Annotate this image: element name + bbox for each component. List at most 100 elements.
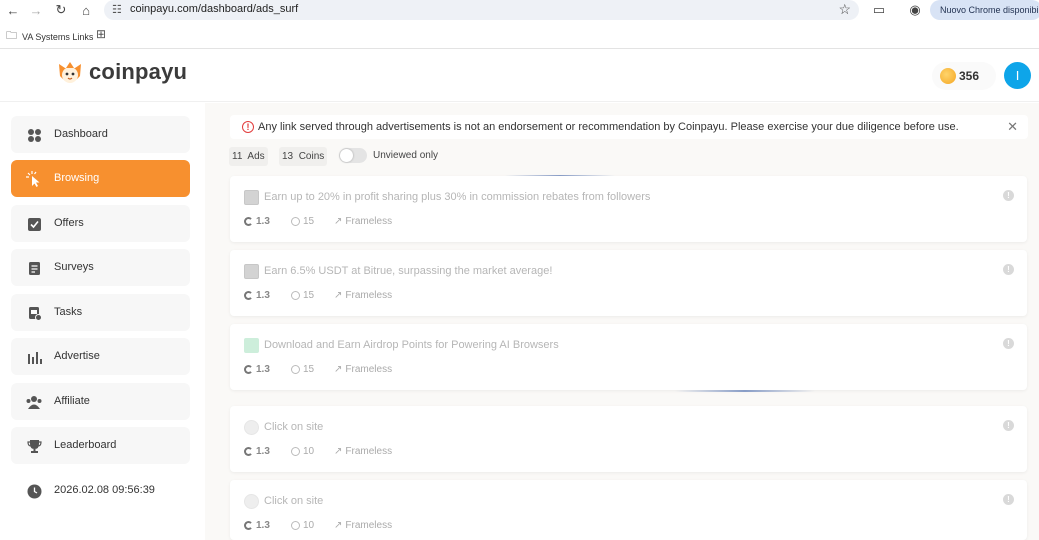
users-icon (26, 394, 42, 410)
bookmark-label: VA Systems Links (22, 31, 94, 42)
loading-indicator (675, 390, 815, 392)
ad-card[interactable]: Download and Earn Airdrop Points for Pow… (230, 324, 1027, 390)
balance-chip[interactable]: 356 (932, 62, 996, 90)
bookmarks-bar: 🗀 VA Systems Links ⊞ (0, 24, 1039, 46)
mode: ↗ Frameless (334, 446, 392, 457)
ad-title[interactable]: Click on site (264, 495, 323, 507)
ad-card[interactable]: Earn 6.5% USDT at Bitrue, surpassing the… (230, 250, 1027, 316)
unviewed-only-toggle[interactable] (339, 148, 367, 163)
sidebar-item-affiliate[interactable]: Affiliate (11, 383, 190, 420)
info-icon[interactable]: ! (1003, 494, 1014, 505)
duration: 10 (291, 446, 334, 457)
profile-icon[interactable]: ◉ (906, 1, 924, 19)
pin-icon: ↗ (334, 364, 343, 375)
info-icon[interactable]: ! (1003, 420, 1014, 431)
back-icon[interactable]: ← (4, 1, 22, 19)
checklist-icon (26, 216, 42, 232)
site-settings-icon[interactable]: ☷ (112, 3, 122, 16)
pin-icon: ↗ (334, 216, 343, 227)
address-bar[interactable]: ☷ coinpayu.com/dashboard/ads_surf ☆ (104, 0, 859, 20)
sidebar-item-tasks[interactable]: Tasks (11, 294, 190, 331)
clock-icon (291, 291, 300, 300)
home-icon[interactable]: ⌂ (77, 1, 95, 19)
coin-icon (940, 68, 956, 84)
chrome-update-button[interactable]: Nuovo Chrome disponibile (930, 0, 1039, 20)
sidebar-item-browsing[interactable]: Browsing (11, 160, 190, 197)
disclaimer-text: Any link served through advertisements i… (258, 121, 959, 133)
sidebar-item-label: Browsing (54, 172, 100, 184)
coin-icon (244, 217, 253, 226)
duration-value: 15 (303, 216, 315, 227)
mode-value: Frameless (345, 364, 393, 375)
coins-count-badge: 13 Coins (279, 147, 328, 166)
cursor-click-icon (26, 171, 42, 187)
pin-icon: ↗ (334, 290, 343, 301)
ad-title[interactable]: Earn 6.5% USDT at Bitrue, surpassing the… (264, 265, 552, 277)
ad-title[interactable]: Click on site (264, 421, 323, 433)
duration: 15 (291, 364, 334, 375)
ad-card[interactable]: Click on site ! 1.3 10 ↗ Frameless (230, 480, 1027, 540)
sidebar-item-label: Advertise (54, 350, 100, 362)
avatar[interactable]: I (1004, 62, 1031, 89)
apps-grid-icon[interactable]: ⊞ (96, 27, 106, 41)
ad-card[interactable]: Click on site ! 1.3 10 ↗ Frameless (230, 406, 1027, 472)
sidebar-item-advertise[interactable]: Advertise (11, 338, 190, 375)
ad-favicon-icon (244, 494, 259, 509)
duration: 15 (291, 216, 334, 227)
balance-value: 356 (959, 69, 980, 83)
duration: 10 (291, 520, 334, 531)
grid-icon (26, 127, 42, 143)
clock-icon (291, 447, 300, 456)
disclaimer-banner: ! Any link served through advertisements… (230, 115, 1028, 139)
ad-meta: 1.3 15 ↗ Frameless (244, 290, 392, 301)
trophy-icon (26, 438, 42, 454)
duration: 15 (291, 290, 334, 301)
mode: ↗ Frameless (334, 364, 392, 375)
sidebar-item-label: Dashboard (54, 128, 108, 140)
warning-icon: ! (242, 121, 254, 133)
duration-value: 15 (303, 290, 315, 301)
info-icon[interactable]: ! (1003, 190, 1014, 201)
url-text[interactable]: coinpayu.com/dashboard/ads_surf (130, 3, 298, 15)
sidebar-item-label: Surveys (54, 261, 94, 273)
duration-value: 10 (303, 520, 315, 531)
main-content: ! Any link served through advertisements… (205, 103, 1039, 540)
reward: 1.3 (244, 290, 291, 301)
reward-value: 1.3 (256, 446, 270, 457)
extensions-icon[interactable]: ▭ (870, 1, 888, 19)
reward: 1.3 (244, 364, 291, 375)
ad-meta: 1.3 15 ↗ Frameless (244, 216, 392, 227)
ad-title[interactable]: Download and Earn Airdrop Points for Pow… (264, 339, 559, 351)
reload-icon[interactable]: ↻ (52, 1, 70, 19)
reward-value: 1.3 (256, 364, 270, 375)
mode: ↗ Frameless (334, 290, 392, 301)
browser-chrome: ← → ↻ ⌂ ☷ coinpayu.com/dashboard/ads_sur… (0, 0, 1039, 48)
reward-value: 1.3 (256, 290, 270, 301)
mode-value: Frameless (345, 446, 393, 457)
info-icon[interactable]: ! (1003, 264, 1014, 275)
bookmark-star-icon[interactable]: ☆ (838, 1, 851, 18)
ad-title[interactable]: Earn up to 20% in profit sharing plus 30… (264, 191, 650, 203)
reward: 1.3 (244, 446, 291, 457)
mode-value: Frameless (345, 216, 393, 227)
sidebar-item-leaderboard[interactable]: Leaderboard (11, 427, 190, 464)
ads-label: Ads (247, 151, 265, 162)
ad-card[interactable]: Earn up to 20% in profit sharing plus 30… (230, 176, 1027, 242)
sidebar: Dashboard Browsing Offers Surveys Tasks … (0, 103, 205, 540)
close-icon[interactable]: ✕ (1007, 119, 1018, 135)
bookmark-folder[interactable]: 🗀 VA Systems Links (6, 27, 93, 46)
forward-icon[interactable]: → (27, 1, 45, 19)
toggle-knob (340, 149, 353, 162)
pin-icon: ↗ (334, 446, 343, 457)
sidebar-item-surveys[interactable]: Surveys (11, 249, 190, 286)
ad-favicon-icon (244, 264, 259, 279)
logo-text[interactable]: coinpayu (89, 59, 187, 85)
tasks-icon (26, 305, 42, 321)
ads-count-badge: 11 Ads (229, 147, 268, 166)
server-time: 2026.02.08 09:56:39 (11, 472, 190, 509)
sidebar-item-offers[interactable]: Offers (11, 205, 190, 242)
survey-icon (26, 260, 42, 276)
coinpayu-logo-icon[interactable] (55, 58, 85, 88)
sidebar-item-dashboard[interactable]: Dashboard (11, 116, 190, 153)
info-icon[interactable]: ! (1003, 338, 1014, 349)
